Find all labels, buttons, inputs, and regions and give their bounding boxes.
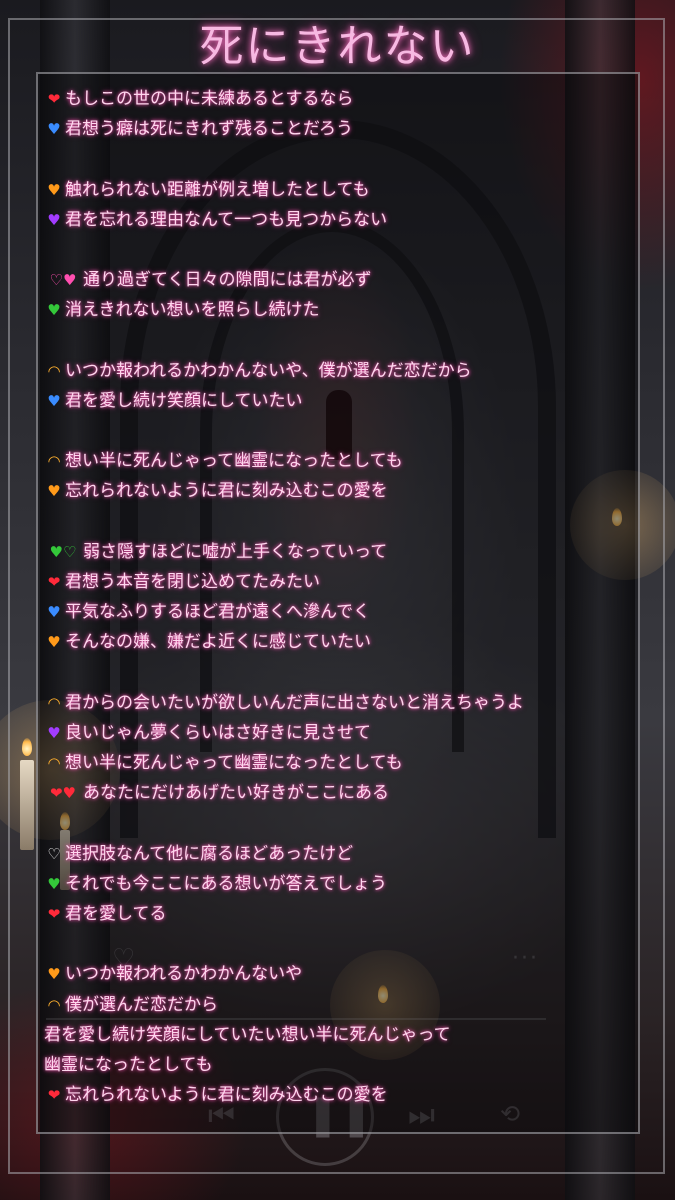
lyric-text: 君からの会いたいが欲しいんだ声に出さないと消えちゃうよ	[65, 692, 524, 713]
heart-emoji-icon: ◠	[47, 995, 61, 1014]
heart-emoji-icon: ❤♥	[49, 784, 76, 803]
lyric-text: あなたにだけあげたい好きがここにある	[83, 783, 389, 804]
lyric-line: ♥ 君想う癖は死にきれず残ることだろう	[44, 114, 634, 144]
lyric-text: 君を愛し続け笑顔にしていたい想い半に死んじゃって	[44, 1024, 451, 1045]
lyric-line: ♥ 消えきれない想いを照らし続けた	[44, 295, 634, 325]
heart-emoji-icon: ♥	[47, 633, 61, 652]
lyric-text: 想い半に死んじゃって幽霊になったとしても	[65, 753, 403, 774]
lyric-line: ♡♥ 通り過ぎてく日々の隙間には君が必ず	[44, 265, 634, 295]
heart-emoji-icon: ♥	[47, 180, 61, 199]
lyrics-list: ❤ もしこの世の中に未練あるとするなら ♥ 君想う癖は死にきれず残ることだろう ♥ 触れら…	[44, 84, 634, 1110]
lyric-text: 君想う本音を閉じ込めてたみたい	[65, 572, 320, 592]
heart-emoji-icon: ♥	[47, 301, 61, 320]
song-title: 死にきれない	[199, 21, 476, 72]
lyric-line: 君を愛し続け笑顔にしていたい想い半に死んじゃって	[44, 1020, 634, 1050]
heart-emoji-icon: ♥	[47, 391, 61, 410]
lyric-line: ◠ 僕が選んだ恋だから	[44, 990, 634, 1020]
heart-emoji-icon: ♥	[47, 965, 61, 984]
heart-emoji-icon: ♡	[47, 844, 61, 863]
lyric-line: ♥ そんなの嫌、嫌だよ近くに感じていたい	[44, 627, 634, 657]
lyric-line: ❤ 忘れられないように君に刻み込むこの愛を	[44, 1080, 634, 1110]
lyric-line: ♥ 触れられない距離が例え増したとしても	[44, 175, 634, 205]
heart-emoji-icon: ♥	[47, 210, 61, 229]
heart-emoji-icon: ❤	[47, 90, 61, 108]
heart-emoji-icon: ♥	[47, 482, 61, 501]
lyric-line: ♥ それでも今ここにある想いが答えでしょう	[44, 869, 634, 899]
lyric-text: それでも今ここにある想いが答えでしょう	[65, 873, 387, 894]
heart-emoji-icon: ♥	[47, 723, 61, 742]
lyric-line: ♥ 平気なふりするほど君が遠くへ滲んでく	[44, 597, 634, 627]
lyric-text: 忘れられないように君に刻み込むこの愛を	[65, 481, 388, 502]
lyric-text: 平気なふりするほど君が遠くへ滲んでく	[65, 602, 371, 623]
lyric-text: 弱さ隠すほどに嘘が上手くなっていって	[83, 541, 388, 562]
heart-emoji-icon: ♥	[47, 120, 61, 139]
lyric-line: ❤♥ あなたにだけあげたい好きがここにある	[44, 778, 634, 808]
heart-emoji-icon: ◠	[47, 452, 61, 471]
lyric-line: ♥ 君を忘れる理由なんて一つも見つからない	[44, 205, 634, 235]
heart-emoji-icon: ❤	[47, 905, 61, 924]
heart-emoji-icon: ❤	[47, 1086, 61, 1105]
heart-emoji-icon: ◠	[47, 693, 61, 712]
lyric-line: ♥♡ 弱さ隠すほどに嘘が上手くなっていって	[44, 537, 634, 567]
lyric-text: そんなの嫌、嫌だよ近くに感じていたい	[65, 632, 371, 653]
lyric-line: ♥ 忘れられないように君に刻み込むこの愛を	[44, 476, 634, 506]
lyric-text: 忘れられないように君に刻み込むこの愛を	[65, 1085, 388, 1106]
lyric-line: 幽霊になったとしても	[44, 1050, 634, 1080]
lyric-line: ❤ 君を愛してる	[44, 899, 634, 929]
lyric-line: ❤ もしこの世の中に未練あるとするなら	[44, 84, 634, 114]
lyric-text: いつか報われるかわかんないや	[65, 964, 303, 985]
heart-emoji-icon: ♥♡	[49, 542, 77, 561]
lyric-line: ❤ 君想う本音を閉じ込めてたみたい	[44, 567, 634, 597]
lyric-text: 想い半に死んじゃって幽霊になったとしても	[65, 451, 403, 472]
heart-emoji-icon: ❤	[47, 573, 61, 591]
heart-emoji-icon: ♡♥	[49, 271, 77, 290]
heart-emoji-icon: ♥	[47, 874, 61, 893]
lyric-text: 君を忘れる理由なんて一つも見つからない	[65, 209, 388, 230]
lyric-line: ♥ いつか報われるかわかんないや	[44, 959, 634, 989]
lyric-text: 僕が選んだ恋だから	[65, 994, 218, 1015]
lyric-line: ◠ いつか報われるかわかんないや、僕が選んだ恋だから	[44, 356, 634, 386]
lyric-line: ♥ 君を愛し続け笑顔にしていたい	[44, 386, 634, 416]
lyric-spacer	[44, 929, 634, 959]
lyric-text: 触れられない距離が例え増したとしても	[65, 179, 370, 200]
lyric-text: 選択肢なんて他に腐るほどあったけど	[65, 843, 354, 864]
lyric-text: もしこの世の中に未練あるとするなら	[65, 89, 354, 109]
lyric-text: 君を愛してる	[65, 904, 167, 925]
lyric-spacer	[44, 809, 634, 839]
heart-emoji-icon: ♥	[47, 603, 61, 622]
lyric-spacer	[44, 326, 634, 356]
lyric-text: 君想う癖は死にきれず残ることだろう	[65, 119, 353, 140]
lyric-spacer	[44, 416, 634, 446]
lyric-spacer	[44, 507, 634, 537]
lyric-text: 消えきれない想いを照らし続けた	[65, 300, 320, 321]
lyric-text: 君を愛し続け笑顔にしていたい	[65, 390, 303, 411]
lyric-line: ♥ 良いじゃん夢くらいはさ好きに見させて	[44, 718, 634, 748]
lyric-line: ♡ 選択肢なんて他に腐るほどあったけど	[44, 839, 634, 869]
heart-emoji-icon: ◠	[47, 361, 61, 380]
lyric-spacer	[44, 235, 634, 265]
heart-emoji-icon: ◠	[47, 754, 61, 773]
lyric-spacer	[44, 658, 634, 688]
lyric-spacer	[44, 144, 634, 174]
lyric-text: 通り過ぎてく日々の隙間には君が必ず	[83, 270, 372, 291]
lyric-text: 良いじゃん夢くらいはさ好きに見させて	[65, 722, 371, 743]
lyric-line: ◠ 想い半に死んじゃって幽霊になったとしても	[44, 748, 634, 778]
lyric-line: ◠ 君からの会いたいが欲しいんだ声に出さないと消えちゃうよ	[44, 688, 634, 718]
lyric-line: ◠ 想い半に死んじゃって幽霊になったとしても	[44, 446, 634, 476]
lyric-text: 幽霊になったとしても	[44, 1055, 213, 1075]
lyric-text: いつか報われるかわかんないや、僕が選んだ恋だから	[65, 360, 472, 381]
